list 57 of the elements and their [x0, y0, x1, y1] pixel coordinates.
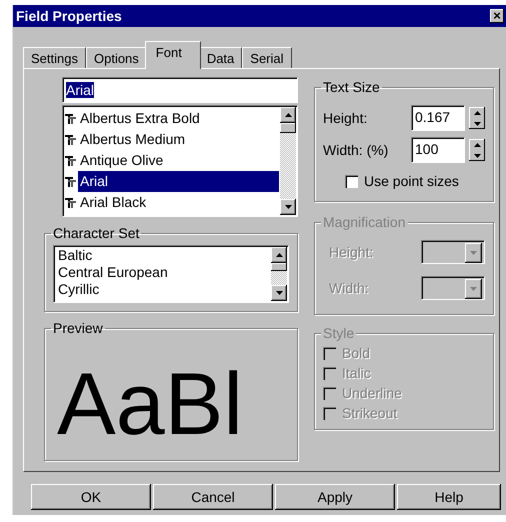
truetype-icon	[65, 114, 76, 124]
down-arrow-icon	[474, 154, 480, 158]
checkbox[interactable]	[345, 174, 358, 188]
down-arrow-icon	[470, 287, 477, 291]
down-arrow-icon	[276, 291, 282, 295]
group-label: Character Set	[52, 225, 140, 241]
tab[interactable]: Settings	[23, 47, 86, 69]
tab[interactable]: Options	[86, 47, 147, 69]
up-arrow-icon	[276, 253, 282, 257]
spin-button[interactable]	[469, 139, 485, 161]
truetype-icon	[65, 198, 76, 208]
field-label: Height:	[329, 244, 374, 260]
window-title: Field Properties	[16, 8, 122, 24]
field-label: Width:	[329, 280, 369, 296]
font-list-item[interactable]: Antique Olive	[65, 150, 279, 171]
truetype-icon	[65, 134, 76, 144]
scroll-thumb[interactable]	[271, 263, 287, 271]
font-list-item[interactable]: Albertus Medium	[65, 129, 279, 150]
field-label: Width: (%)	[323, 142, 388, 158]
width-input[interactable]: 100	[411, 137, 465, 163]
truetype-icon	[65, 156, 76, 166]
tab[interactable]: Serial	[242, 47, 292, 69]
checkbox-label: Italic	[342, 365, 371, 381]
dialog-button[interactable]: Help	[397, 484, 501, 510]
scroll-thumb[interactable]	[280, 123, 296, 133]
up-arrow-icon	[474, 110, 480, 114]
preview-sample-text: AaBl	[57, 360, 243, 448]
character-set-item[interactable]: Cyrillic	[56, 281, 270, 298]
up-arrow-icon	[474, 142, 480, 146]
character-set-item[interactable]: Central European	[56, 264, 270, 281]
group-label: Magnification	[321, 214, 408, 230]
tab[interactable]: Font	[144, 41, 201, 69]
font-list-item[interactable]: Albertus Extra Bold	[65, 108, 279, 129]
checkbox-label: Strikeout	[342, 405, 398, 421]
up-arrow-icon	[284, 113, 292, 117]
group-label: Preview	[52, 320, 104, 336]
close-button[interactable]: ×	[490, 9, 504, 23]
character-set-item[interactable]: Baltic	[56, 247, 270, 264]
truetype-icon	[65, 176, 76, 186]
field-label: Height:	[323, 110, 368, 126]
font-name-field[interactable]: Arial	[62, 77, 298, 103]
height-input[interactable]: 0.167	[411, 105, 465, 131]
down-arrow-icon	[474, 122, 480, 126]
dialog-button[interactable]: Cancel	[153, 484, 273, 510]
checkbox-label: Bold	[342, 345, 370, 361]
spin-button[interactable]	[469, 107, 485, 129]
down-arrow-icon	[470, 251, 477, 255]
checkbox-label: Underline	[342, 385, 402, 401]
group-label: Text Size	[322, 79, 381, 95]
scrollbar[interactable]	[271, 247, 287, 301]
checkbox-label: Use point sizes	[364, 173, 459, 189]
scrollbar[interactable]	[280, 107, 296, 215]
down-arrow-icon	[284, 205, 292, 209]
dialog-button[interactable]: Apply	[275, 484, 395, 510]
group-label: Style	[321, 325, 356, 341]
dialog-button[interactable]: OK	[31, 484, 151, 510]
font-list-item[interactable]: Arial Black	[65, 192, 279, 213]
